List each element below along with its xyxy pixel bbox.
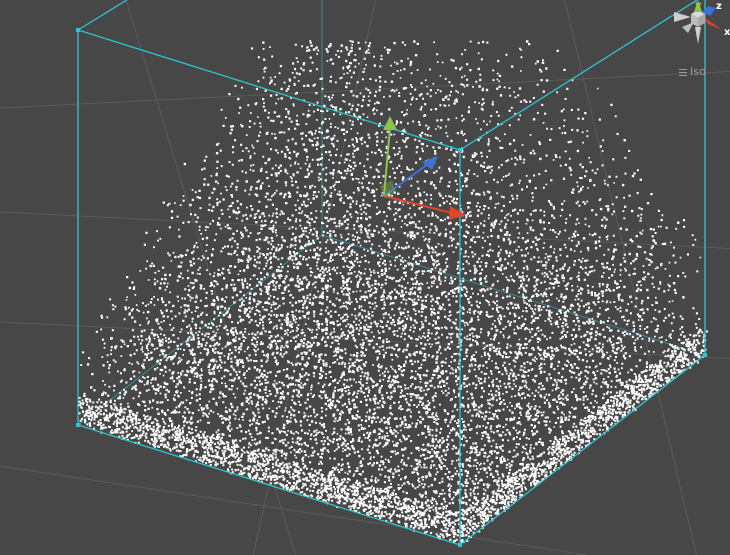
projection-label: Iso — [690, 65, 706, 78]
projection-toggle[interactable]: Iso — [679, 64, 706, 80]
gizmo-neg-y-cone[interactable] — [695, 27, 701, 44]
gizmo-y-label: y — [695, 0, 702, 11]
gizmo-neg-z-cone[interactable] — [682, 22, 694, 33]
handle-y-arrow — [383, 116, 397, 130]
menu-icon — [679, 67, 687, 78]
gizmo-x-cone[interactable] — [705, 18, 722, 30]
handle-x-axis — [383, 195, 453, 214]
gizmo-neg-x-cone[interactable] — [674, 12, 691, 22]
handle-z-arrow — [422, 156, 438, 170]
handle-x-arrow — [449, 206, 466, 220]
transform-move-handle[interactable] — [0, 0, 730, 555]
scene-viewport[interactable] — [0, 0, 730, 555]
orientation-gizmo[interactable]: y z x — [664, 0, 730, 56]
gizmo-center-cube[interactable] — [691, 10, 705, 27]
handle-plane — [380, 180, 396, 198]
gizmo-x-label: x — [724, 27, 730, 38]
gizmo-z-label: z — [716, 1, 722, 12]
